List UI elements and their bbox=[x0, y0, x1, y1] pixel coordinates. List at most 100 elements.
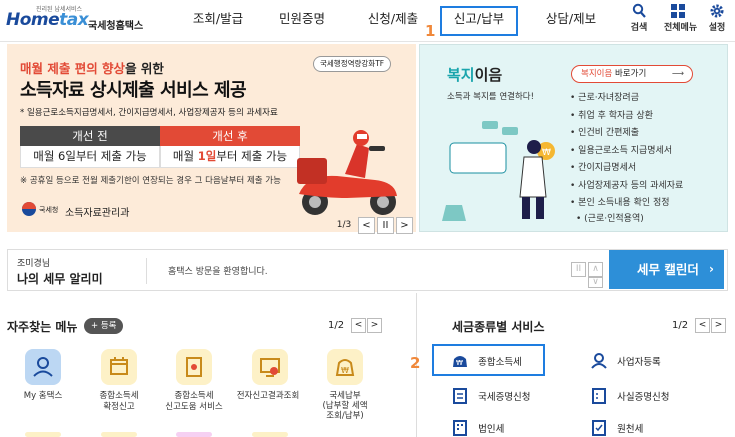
building-icon bbox=[453, 419, 467, 436]
alert-title: 나의 세무 알리미 bbox=[17, 272, 103, 286]
welfare-item[interactable]: 사업장제공자 등의 과세자료 bbox=[570, 178, 683, 196]
fav-label: 국세납부 (납부할 세액 조회/납부) bbox=[322, 391, 368, 421]
nav-apply-submit[interactable]: 신청/제출 bbox=[358, 0, 428, 40]
document-list-icon bbox=[592, 387, 606, 404]
welfare-panel[interactable]: 복지이음 소득과 복지를 연결하다! 복지이음 바로가기⟶ ₩ 근로·자녀장려금… bbox=[419, 44, 728, 232]
banner-pager: 1/3 < II > bbox=[332, 215, 414, 235]
logo-wordmark: Hometax bbox=[6, 10, 89, 30]
welfare-item[interactable]: 간이지급명세서 bbox=[570, 160, 683, 178]
user-icon bbox=[33, 357, 53, 377]
fav-page-indicator: 1/2 bbox=[328, 320, 345, 331]
fav-label: My 홈택스 bbox=[23, 391, 63, 401]
fav-tile-income-tax-help[interactable] bbox=[176, 349, 212, 385]
fav-prev-button[interactable]: < bbox=[351, 318, 366, 333]
welfare-item[interactable]: 인건비 간편제출 bbox=[570, 125, 683, 143]
annotation-2: 2 bbox=[410, 354, 421, 372]
banner-org: 소득자료관리과 bbox=[65, 208, 130, 219]
taxsvc-next-button[interactable]: > bbox=[711, 318, 726, 333]
taxsvc-page-indicator: 1/2 bbox=[672, 320, 689, 331]
logo-korean: 국세청홈택스 bbox=[88, 21, 144, 32]
fav-label: 종합소득세 확정신고 bbox=[99, 391, 139, 412]
tf-badge: 국세행정역량강화TF bbox=[313, 56, 392, 72]
before-value: 매월 6일부터 제출 가능 bbox=[20, 146, 160, 168]
fav-tile-e-filing-result[interactable] bbox=[252, 349, 288, 385]
promo-banner[interactable]: 매월 제출 편의 향상을 위한 소득자료 상시제출 서비스 제공 * 일용근로소… bbox=[7, 44, 416, 235]
fav-tile-partial[interactable] bbox=[176, 432, 212, 437]
banner-note: * 일용근로소득지급명세서, 간이지급명세서, 사업장제공자 등의 과세자료 bbox=[20, 108, 278, 118]
fav-label: 종합소득세 신고도움 서비스 bbox=[165, 391, 223, 412]
svg-text:₩: ₩ bbox=[341, 366, 349, 375]
fav-tile-partial[interactable] bbox=[25, 432, 61, 437]
divider bbox=[146, 258, 147, 284]
taxsvc-corporate-tax[interactable]: 법인세 bbox=[451, 417, 504, 436]
after-label: 개선 후 bbox=[160, 126, 300, 146]
certificate-icon bbox=[453, 387, 467, 404]
search-tool[interactable]: 검색 bbox=[625, 3, 653, 33]
fav-title: 자주찾는 메뉴 bbox=[7, 320, 78, 334]
welfare-illustration: ₩ bbox=[442, 121, 555, 221]
banner-footnote: ※ 공휴일 등으로 전월 제출기한이 연장되는 경우 그 다음날부터 제출 가능 bbox=[20, 176, 281, 186]
monitor-check-icon bbox=[260, 358, 280, 377]
welfare-subtitle: 소득과 복지를 연결하다! bbox=[447, 92, 535, 102]
banner-prev-button[interactable]: < bbox=[358, 216, 375, 234]
before-box: 개선 전 매월 6일부터 제출 가능 bbox=[20, 126, 160, 168]
taxsvc-fact-certificate[interactable]: 사실증명신청 bbox=[590, 385, 670, 404]
document-check-icon bbox=[592, 419, 606, 436]
nav-consult-report[interactable]: 상담/제보 bbox=[538, 0, 604, 40]
money-bag-icon: ₩ bbox=[335, 359, 355, 376]
hometax-logo[interactable]: 진리된 납세서비스 Hometax 국세청홈택스 bbox=[6, 4, 146, 36]
nav-civil-certificate[interactable]: 민원증명 bbox=[272, 0, 332, 40]
fav-tile-partial[interactable] bbox=[252, 432, 288, 437]
after-value: 매월 1일부터 제출 가능 bbox=[160, 146, 300, 168]
banner-title: 소득자료 상시제출 서비스 제공 bbox=[20, 80, 247, 101]
calendar-icon bbox=[110, 357, 128, 375]
gear-icon bbox=[710, 4, 724, 18]
fav-next-button[interactable]: > bbox=[367, 318, 382, 333]
banner-subtitle: 매월 제출 편의 향상을 위한 bbox=[20, 61, 164, 76]
welfare-item[interactable]: 일용근로소득 지급명세서 bbox=[570, 143, 683, 161]
taxsvc-title: 세금종류별 서비스 bbox=[452, 320, 545, 334]
before-label: 개선 전 bbox=[20, 126, 160, 146]
user-greeting: 조미경님 bbox=[17, 259, 51, 269]
banner-next-button[interactable]: > bbox=[396, 216, 413, 234]
document-help-icon bbox=[186, 357, 202, 377]
welfare-list: 근로·자녀장려금 취업 후 학자금 상환 인건비 간편제출 일용근로소득 지급명… bbox=[570, 90, 683, 225]
alert-next-button[interactable]: ∨ bbox=[588, 277, 603, 288]
nav-lookup-issue[interactable]: 조회/발급 bbox=[188, 0, 248, 40]
fav-tile-income-tax-filing[interactable] bbox=[101, 349, 137, 385]
settings-tool[interactable]: 설정 bbox=[703, 3, 731, 33]
taxsvc-prev-button[interactable]: < bbox=[695, 318, 710, 333]
taxsvc-business-registration[interactable]: 사업자등록 bbox=[590, 350, 661, 369]
header: 진리된 납세서비스 Hometax 국세청홈택스 조회/발급 민원증명 신청/제… bbox=[0, 0, 735, 42]
taxsvc-tax-certificate[interactable]: 국세증명신청 bbox=[451, 385, 531, 404]
alert-prev-button[interactable]: ∧ bbox=[588, 262, 603, 277]
welfare-title: 복지이음 bbox=[447, 66, 503, 84]
fav-tile-my-hometax[interactable] bbox=[25, 349, 61, 385]
svg-text:국세청: 국세청 bbox=[39, 205, 58, 214]
all-menu-tool[interactable]: 전체메뉴 bbox=[664, 3, 697, 33]
fav-add-button[interactable]: + 등록 bbox=[84, 318, 124, 334]
tax-calendar-button[interactable]: 세무 캘린더 › bbox=[609, 250, 724, 289]
user-icon bbox=[591, 352, 607, 369]
fav-tile-tax-payment[interactable]: ₩ bbox=[327, 349, 363, 385]
fav-tile-partial[interactable] bbox=[101, 432, 137, 437]
banner-pause-button[interactable]: II bbox=[377, 216, 394, 234]
banner-page-indicator: 1/3 bbox=[336, 220, 352, 230]
annotation-1: 1 bbox=[425, 22, 436, 40]
welfare-item[interactable]: 본인 소득내용 확인 정정 bbox=[570, 195, 683, 213]
taxsvc-withholding-tax[interactable]: 원천세 bbox=[590, 417, 643, 436]
welfare-item[interactable]: 근로·자녀장려금 bbox=[570, 90, 683, 108]
fav-label: 전자신고결과조회 bbox=[236, 391, 300, 401]
after-box: 개선 후 매월 1일부터 제출 가능 bbox=[160, 126, 300, 168]
alert-message: 홈택스 방문을 환영합니다. bbox=[168, 267, 268, 277]
search-icon bbox=[632, 3, 646, 18]
welfare-go-button[interactable]: 복지이음 바로가기 ⟶ bbox=[571, 65, 693, 83]
welfare-item[interactable]: 취업 후 학자금 상환 bbox=[570, 108, 683, 126]
svg-text:₩: ₩ bbox=[456, 359, 463, 367]
highlight-box-1 bbox=[440, 6, 518, 36]
taxsvc-income-tax[interactable]: ₩ 종합소득세 bbox=[451, 350, 522, 369]
alert-pause-button[interactable]: II bbox=[571, 262, 586, 277]
welfare-item-sub: (근로·인적용역) bbox=[570, 213, 683, 225]
svg-text:₩: ₩ bbox=[542, 148, 551, 158]
money-bag-icon: ₩ bbox=[453, 355, 467, 367]
